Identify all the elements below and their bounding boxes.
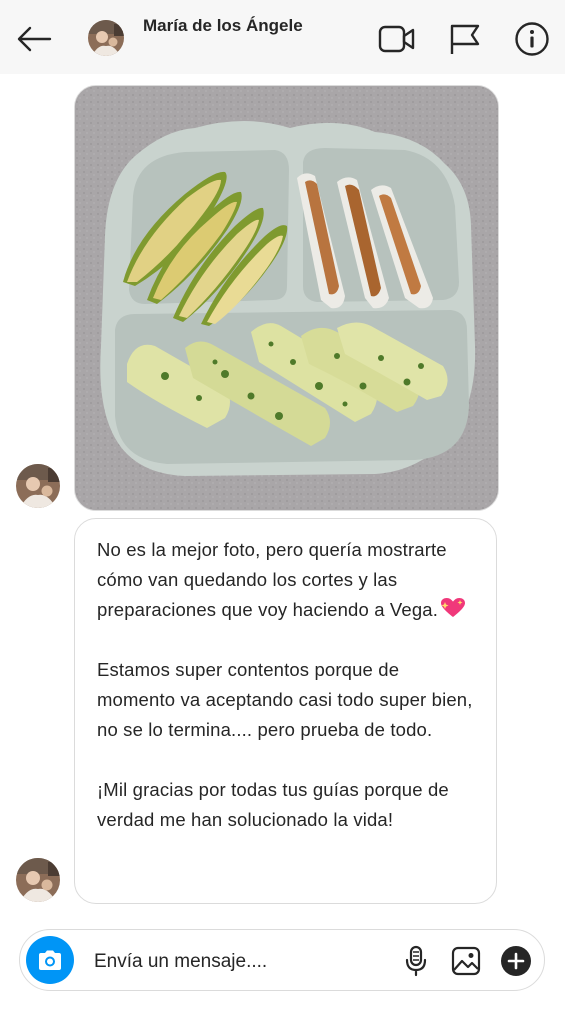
gallery-button[interactable]: [449, 944, 483, 978]
image-icon: [451, 946, 481, 976]
food-plate-image: [75, 86, 498, 510]
report-button[interactable]: [446, 20, 484, 58]
message-composer: [19, 929, 545, 991]
video-call-icon: [378, 25, 415, 53]
avatar[interactable]: [16, 858, 60, 902]
message-paragraph: Estamos super contentos porque de moment…: [97, 659, 473, 740]
avatar[interactable]: [16, 464, 60, 508]
camera-button[interactable]: [26, 936, 74, 984]
flag-icon: [450, 24, 480, 54]
photo-message[interactable]: [74, 85, 499, 511]
voice-message-button[interactable]: [399, 944, 433, 978]
info-icon: [515, 22, 549, 56]
more-options-button[interactable]: [499, 944, 533, 978]
contact-name[interactable]: María de los Ángeles: [143, 16, 303, 36]
microphone-icon: [405, 945, 427, 977]
message-paragraph: No es la mejor foto, pero quería mostrar…: [97, 535, 478, 625]
avatar[interactable]: [88, 20, 124, 56]
plus-icon: [501, 946, 531, 976]
back-arrow-icon: [17, 26, 52, 52]
text-message[interactable]: No es la mejor foto, pero quería mostrar…: [74, 518, 497, 904]
sparkling-heart-icon: [441, 598, 466, 617]
info-button[interactable]: [513, 20, 551, 58]
camera-icon: [39, 950, 61, 970]
video-call-button[interactable]: [378, 20, 416, 58]
message-paragraph: ¡Mil gracias por todas tus guías porque …: [97, 779, 449, 830]
message-input[interactable]: [92, 944, 396, 980]
chat-header: María de los Ángeles: [0, 0, 565, 74]
back-button[interactable]: [14, 22, 54, 56]
